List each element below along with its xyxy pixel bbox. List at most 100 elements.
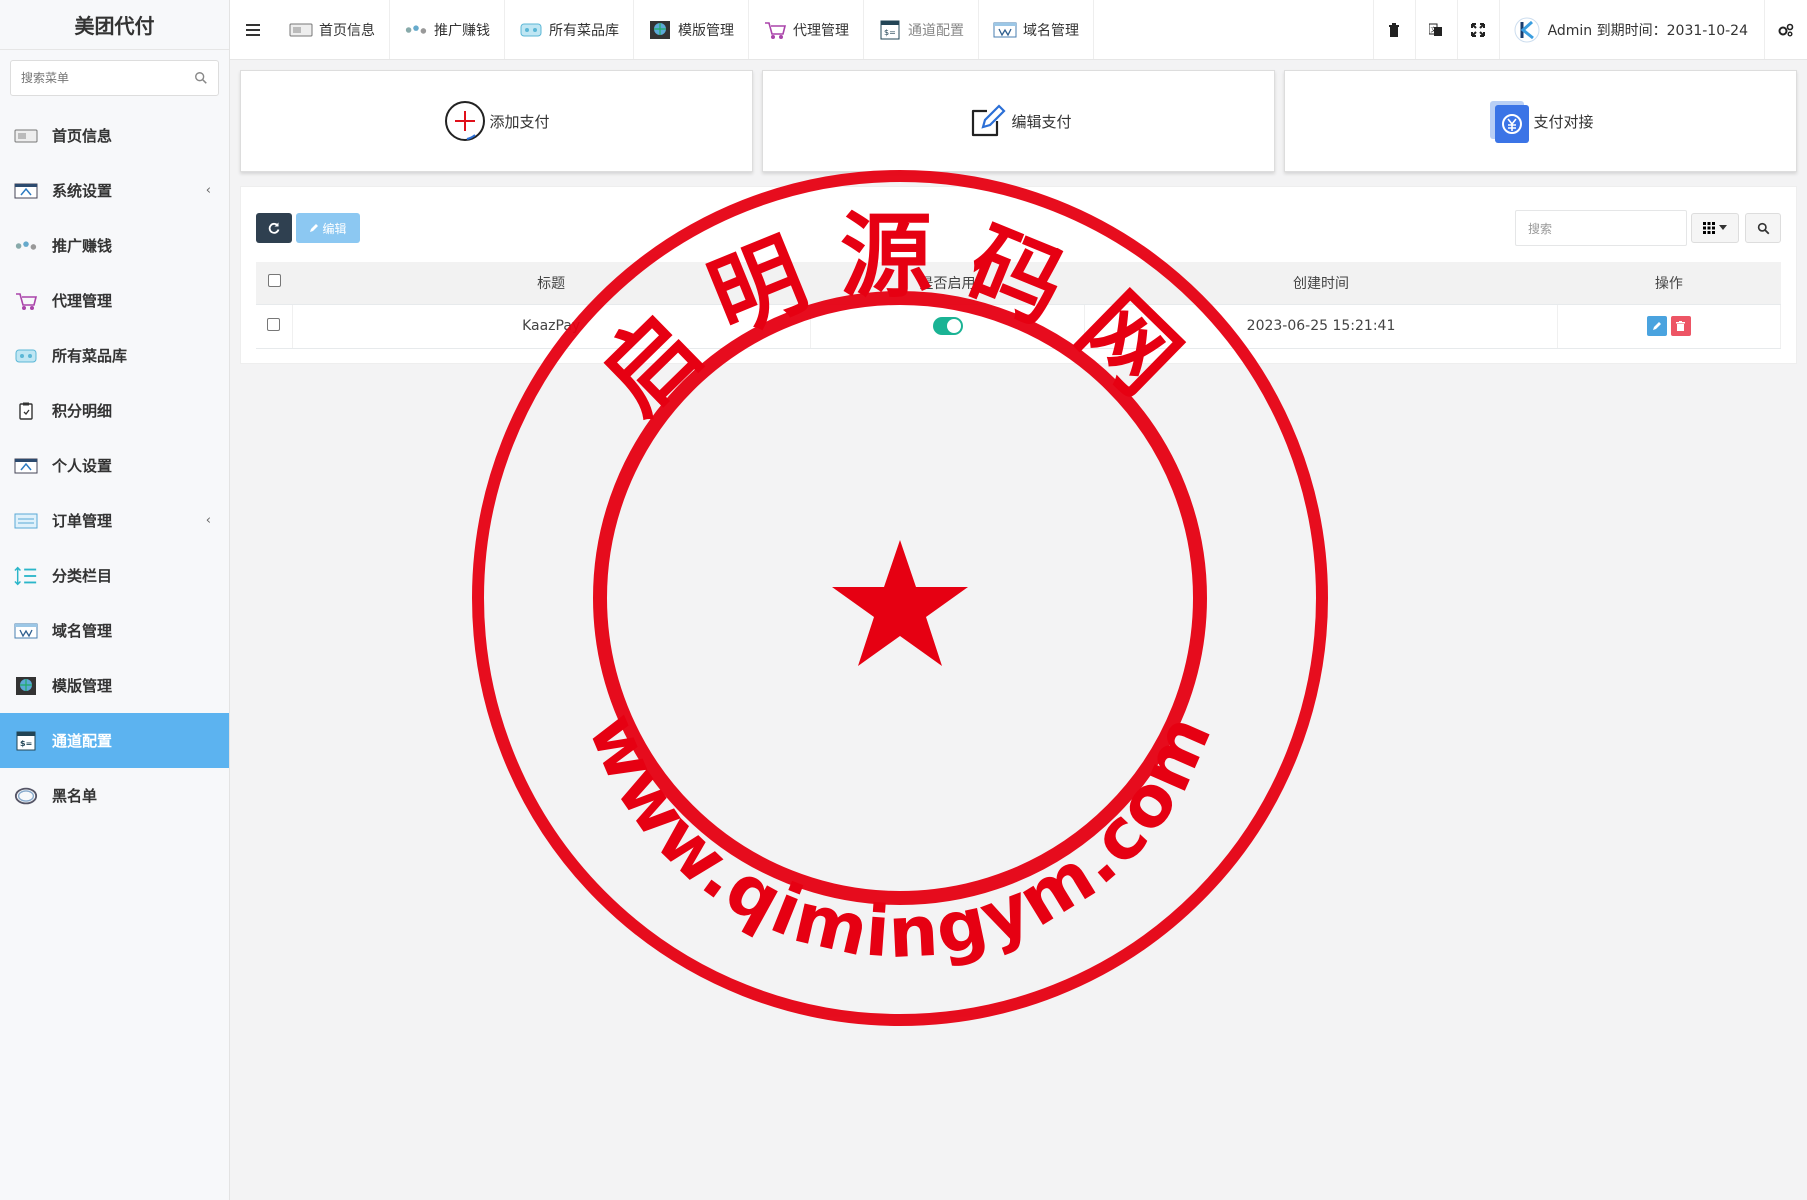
sidebar: 美团代付 首页信息 系统设置 ‹ 推广赚钱 代理管理 所有菜品库 积分明细 [0,0,230,1200]
promote-icon [14,236,38,256]
agent-cart-icon [14,291,38,311]
card-label: 编辑支付 [1011,112,1072,131]
toolbar-right: 搜索 [1515,210,1781,246]
tab-agent[interactable]: 代理管理 [749,0,864,59]
tab-template[interactable]: 模版管理 [634,0,749,59]
sidebar-item-orders[interactable]: 订单管理 ‹ [0,493,229,548]
sidebar-item-label: 首页信息 [52,127,113,145]
sidebar-item-label: 推广赚钱 [52,237,113,255]
table-row: KaazPay 2023-06-25 15:21:41 [256,304,1782,349]
add-circle-icon [443,99,487,143]
sidebar-item-label: 黑名单 [52,787,98,805]
sidebar-item-agent[interactable]: 代理管理 [0,273,229,328]
domain-icon [993,20,1017,40]
sidebar-item-home[interactable]: 首页信息 [0,108,229,163]
app-logo-title: 美团代付 [0,0,229,50]
settings-window-icon [14,181,38,201]
sidebar-item-label: 个人设置 [52,457,113,475]
main-content: 添加支付 编辑支付 支付对接 编辑 搜索 标题 是否启用 创建时间 操作 Kaa… [240,70,1797,364]
sidebar-item-domain[interactable]: 域名管理 [0,603,229,658]
tab-channel-config[interactable]: $= 通道配置 [864,0,979,59]
channel-config-icon: $= [14,731,38,751]
select-all-checkbox[interactable] [267,274,281,288]
refresh-icon [268,222,280,234]
cell-enabled [810,304,1086,349]
fullscreen-expand-icon[interactable] [1456,0,1499,59]
hamburger-menu-icon[interactable] [230,0,275,59]
column-header-enabled[interactable]: 是否启用 [810,262,1085,305]
sidebar-item-label: 分类栏目 [52,567,113,585]
sidebar-item-channel-config[interactable]: $= 通道配置 [0,713,229,768]
edit-button[interactable]: 编辑 [296,213,360,243]
edit-payment-card[interactable]: 编辑支付 [762,70,1275,172]
avatar [1514,17,1540,42]
sidebar-item-template[interactable]: 模版管理 [0,658,229,713]
points-clipboard-icon [14,401,38,421]
menu-search-input[interactable] [21,71,194,85]
payment-integration-card[interactable]: 支付对接 [1284,70,1797,172]
sidebar-item-system-settings[interactable]: 系统设置 ‹ [0,163,229,218]
language-translate-icon[interactable]: 文 [1414,0,1457,59]
sidebar-item-points[interactable]: 积分明细 [0,383,229,438]
tab-domain[interactable]: 域名管理 [979,0,1094,59]
card-label: 添加支付 [489,112,550,131]
search-icon[interactable] [194,71,208,85]
cell-created: 2023-06-25 15:21:41 [1084,304,1558,349]
topbar: 首页信息 推广赚钱 所有菜品库 模版管理 代理管理 $= 通道配置 域名管理 文 [230,0,1807,60]
tab-dishes[interactable]: 所有菜品库 [505,0,634,59]
cell-actions [1557,304,1782,349]
sidebar-item-label: 积分明细 [52,402,113,420]
pencil-icon [310,224,319,232]
sidebar-item-label: 域名管理 [52,622,113,640]
channel-table: 标题 是否启用 创建时间 操作 KaazPay 2023-06-25 15:21… [256,262,1782,349]
refresh-button[interactable] [256,213,292,243]
table-search-input[interactable]: 搜索 [1515,210,1687,246]
sidebar-item-personal-settings[interactable]: 个人设置 [0,438,229,493]
svg-text:$=: $= [884,28,896,37]
svg-text:$=: $= [20,739,32,748]
tab-label: 模版管理 [678,22,734,39]
sidebar-item-label: 模版管理 [52,677,113,695]
sidebar-menu: 首页信息 系统设置 ‹ 推广赚钱 代理管理 所有菜品库 积分明细 个人设置 订单… [0,108,229,823]
row-edit-button[interactable] [1646,316,1667,336]
sidebar-item-category[interactable]: 分类栏目 [0,548,229,603]
tab-label: 代理管理 [793,22,849,39]
columns-toggle-button[interactable] [1691,213,1739,243]
column-header-created[interactable]: 创建时间 [1084,262,1558,305]
row-select-cell [256,304,293,349]
advanced-search-button[interactable] [1745,213,1781,243]
tab-label: 推广赚钱 [434,22,490,39]
table-header-row: 标题 是否启用 创建时间 操作 [256,262,1781,305]
clear-cache-trash-icon[interactable] [1372,0,1415,59]
sidebar-item-label: 所有菜品库 [52,347,128,365]
sidebar-item-label: 订单管理 [52,512,113,530]
tab-label: 通道配置 [908,22,964,39]
sidebar-item-label: 代理管理 [52,292,113,310]
gears-settings-icon[interactable] [1765,0,1807,59]
home-card-icon [289,20,313,40]
user-expiry-text: Admin 到期时间：2031-10-24 [1547,22,1748,39]
tab-label: 所有菜品库 [549,22,619,39]
cell-title: KaazPay [292,304,811,349]
row-checkbox[interactable] [267,317,281,331]
row-delete-button[interactable] [1670,316,1691,336]
tab-promote[interactable]: 推广赚钱 [390,0,505,59]
tab-label: 首页信息 [319,22,375,39]
column-header-title[interactable]: 标题 [292,262,811,305]
sidebar-item-blacklist[interactable]: 黑名单 [0,768,229,823]
sidebar-item-promote[interactable]: 推广赚钱 [0,218,229,273]
sidebar-item-dishes[interactable]: 所有菜品库 [0,328,229,383]
add-payment-card[interactable]: 添加支付 [240,70,753,172]
dishes-icon [519,20,543,40]
user-menu[interactable]: Admin 到期时间：2031-10-24 [1498,0,1765,59]
enabled-toggle[interactable] [932,317,963,335]
table-toolbar: 编辑 搜索 [256,210,1781,246]
topbar-tools: 文 Admin 到期时间：2031-10-24 [1372,0,1807,59]
channel-table-panel: 编辑 搜索 标题 是否启用 创建时间 操作 KaazPay 2023-06-25… [240,186,1797,364]
svg-text:文: 文 [1431,26,1437,34]
tab-home[interactable]: 首页信息 [275,0,390,59]
category-list-icon [14,566,38,586]
pencil-icon [1652,322,1661,330]
home-card-icon [14,126,38,146]
menu-search-box[interactable] [10,60,219,96]
